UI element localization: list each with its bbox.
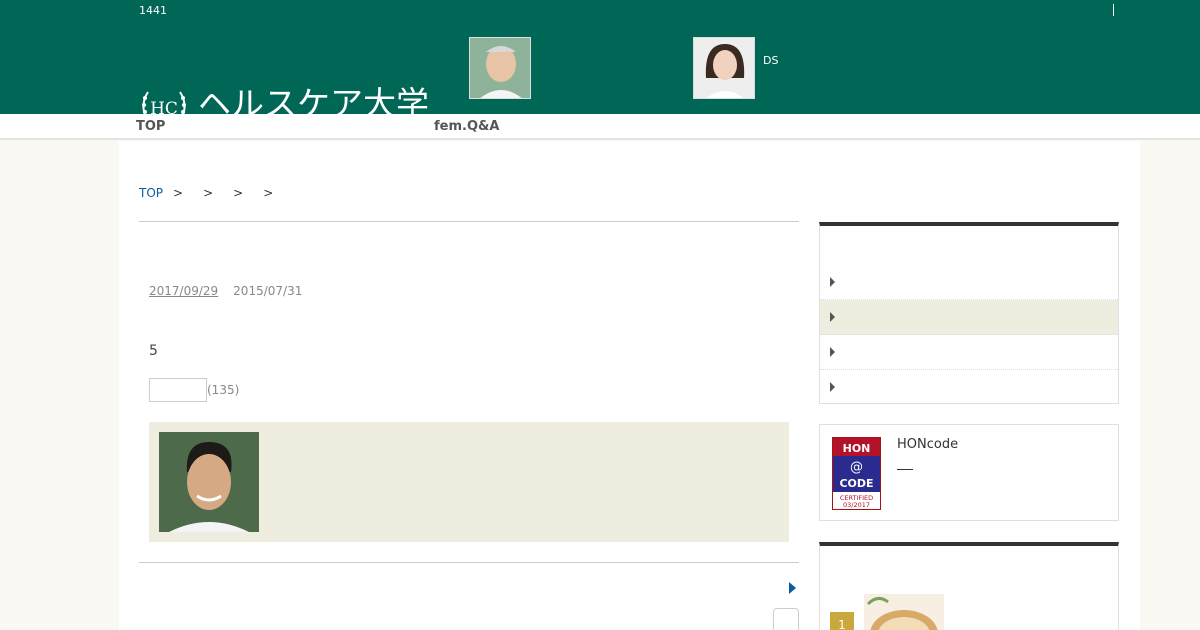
caret-right-icon <box>830 347 835 357</box>
svg-text:HC: HC <box>150 99 178 114</box>
logo-text: ヘルスケア大学 <box>198 84 429 114</box>
breadcrumb: TOP > > > > <box>139 186 283 200</box>
nav-item-top[interactable]: TOP <box>136 119 165 134</box>
updated-date: 2017/09/29 <box>149 284 219 298</box>
sidebar-menu-item[interactable] <box>820 265 1118 300</box>
site-logo[interactable]: HC ヘルスケア大学 <box>140 84 429 114</box>
sidebar-menu-item[interactable] <box>820 300 1118 335</box>
doctor-photo-1[interactable] <box>469 37 531 99</box>
global-nav: TOP fem.Q&A <box>0 114 1200 140</box>
site-header: 1441 DS HC ヘルスケア大学 <box>0 0 1200 114</box>
svg-text:03/2017: 03/2017 <box>843 501 870 509</box>
supervisor-avatar-image <box>159 432 259 532</box>
honcode-title: HONcode <box>897 437 959 452</box>
honcode-box: HON @ CODE CERTIFIED 03/2017 HONcode <box>819 424 1119 521</box>
page-top-button[interactable] <box>773 608 799 630</box>
caret-right-icon <box>830 382 835 392</box>
header-divider <box>1113 4 1114 16</box>
sidebar-menu <box>819 222 1119 404</box>
published-date: 2015/07/31 <box>233 284 303 298</box>
divider <box>139 221 799 222</box>
rating-widget: (135) <box>149 378 239 402</box>
breadcrumb-separator: > <box>263 186 274 200</box>
svg-text:CODE: CODE <box>839 477 873 490</box>
sidebar-menu-item[interactable] <box>820 335 1118 370</box>
ds-label: DS <box>763 54 779 67</box>
doctor-photo-2[interactable] <box>693 37 755 99</box>
nav-item-fem-qa[interactable]: fem.Q&A <box>434 119 499 134</box>
doctor-photo-2-image <box>694 38 754 98</box>
supervisor-avatar[interactable] <box>159 432 259 532</box>
rating-button[interactable] <box>149 378 207 402</box>
article-dates: 2017/09/29 2015/07/31 <box>149 284 302 298</box>
next-arrow-icon[interactable] <box>789 582 796 594</box>
article-number: 5 <box>149 343 158 359</box>
supervisor-box <box>149 422 789 542</box>
doctor-photo-1-image <box>470 38 530 98</box>
divider <box>139 562 799 563</box>
ranking-thumbnail[interactable] <box>864 594 944 630</box>
honcode-badge[interactable]: HON @ CODE CERTIFIED 03/2017 <box>832 437 881 510</box>
svg-text:@: @ <box>850 460 863 475</box>
rating-count: (135) <box>207 383 240 397</box>
ranking-box: 1 <box>819 542 1119 630</box>
breadcrumb-separator: > <box>233 186 244 200</box>
visitor-counter: 1441 <box>139 4 167 17</box>
caret-right-icon <box>830 312 835 322</box>
laurel-logo-icon: HC <box>140 88 188 114</box>
caret-right-icon <box>830 277 835 287</box>
svg-text:HON: HON <box>843 442 871 455</box>
breadcrumb-separator: > <box>173 186 184 200</box>
rank-number-badge: 1 <box>830 612 854 630</box>
breadcrumb-separator: > <box>203 186 214 200</box>
breadcrumb-home-link[interactable]: TOP <box>139 186 163 200</box>
sidebar-menu-item[interactable] <box>820 370 1118 405</box>
honcode-dash <box>897 469 913 470</box>
honcode-badge-image: HON @ CODE CERTIFIED 03/2017 <box>833 438 880 509</box>
main-container: TOP > > > > 2017/09/29 2015/07/31 5 (135… <box>119 141 1140 630</box>
ranking-thumbnail-image <box>864 594 944 630</box>
